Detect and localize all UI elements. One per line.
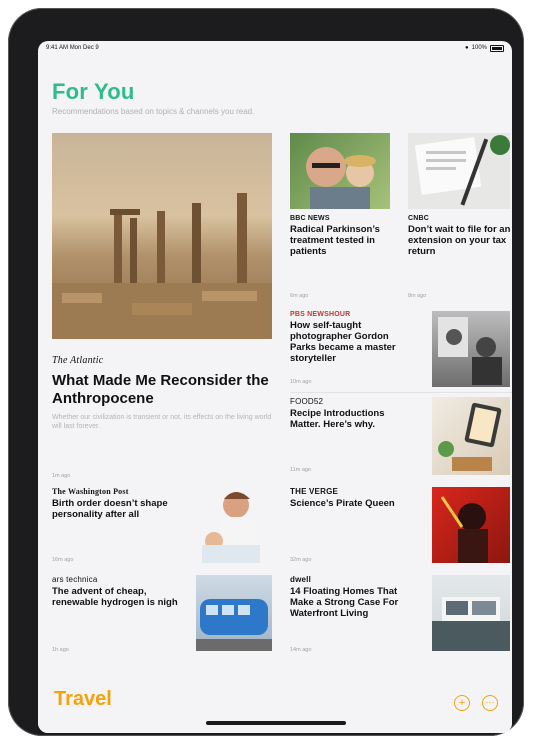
- ellipsis-circle-icon[interactable]: ···: [482, 695, 498, 711]
- article-headline: The advent of cheap, renewable hydrogen …: [52, 586, 178, 608]
- article-image: [432, 311, 510, 387]
- article-source: THE VERGE: [290, 487, 339, 496]
- featured-summary: Whether our civilization is transient or…: [52, 414, 272, 430]
- battery-percent: 100%: [471, 45, 487, 51]
- article-source: CNBC: [408, 215, 430, 222]
- article-source: BBC NEWS: [290, 215, 330, 222]
- article-card[interactable]: PBS NEWSHOUR How self-taught photographe…: [290, 311, 512, 389]
- battery-icon: [490, 44, 504, 52]
- article-source: dwell: [290, 575, 312, 584]
- plus-circle-icon[interactable]: +: [454, 695, 470, 711]
- page-subtitle: Recommendations based on topics & channe…: [52, 107, 255, 116]
- article-headline: 14 Floating Homes That Make a Strong Cas…: [290, 586, 399, 619]
- article-headline: How self-taught photographer Gordon Park…: [290, 320, 396, 364]
- article-source: The Washington Post: [52, 487, 129, 496]
- article-image: [408, 133, 510, 209]
- article-time: 6m ago: [290, 293, 309, 299]
- article-headline: Birth order doesn’t shape personality af…: [52, 498, 168, 520]
- article-time: 32m ago: [290, 557, 312, 563]
- article-card[interactable]: BBC NEWS Radical Parkinson’s treatment t…: [290, 133, 392, 303]
- article-source: PBS NEWSHOUR: [290, 311, 351, 318]
- article-image: [432, 487, 510, 563]
- article-card[interactable]: dwell 14 Floating Homes That Make a Stro…: [290, 573, 512, 655]
- article-card[interactable]: THE VERGE Science’s Pirate Queen 32m ago: [290, 487, 512, 565]
- article-source: ars technica: [52, 575, 98, 584]
- article-headline: Radical Parkinson’s treatment tested in …: [290, 224, 380, 257]
- section-title-travel[interactable]: Travel: [54, 688, 112, 711]
- article-image: [432, 575, 510, 651]
- article-headline: Don’t wait to file for an extension on y…: [408, 224, 511, 257]
- article-time: 14m ago: [290, 647, 312, 653]
- news-screen: 9:41 AM Mon Dec 9 ● 100% For You Recomme…: [38, 41, 512, 733]
- home-indicator[interactable]: [206, 721, 346, 725]
- status-bar: 9:41 AM Mon Dec 9 ● 100%: [38, 41, 512, 55]
- article-image: [196, 487, 272, 563]
- article-image: [290, 133, 390, 209]
- bottom-bar: Travel + ···: [38, 675, 512, 733]
- ruins-illustration: [52, 193, 272, 339]
- article-source: FOOD52: [290, 397, 324, 406]
- article-card[interactable]: CNBC Don’t wait to file for an extension…: [408, 133, 512, 303]
- article-time: 1h ago: [52, 647, 69, 653]
- featured-image: [52, 133, 272, 339]
- page-title: For You: [52, 79, 135, 104]
- divider: [290, 392, 512, 393]
- wifi-icon: ●: [465, 45, 469, 51]
- featured-time: 1m ago: [52, 473, 71, 479]
- article-image: [432, 397, 510, 475]
- article-time: 11m ago: [290, 467, 311, 473]
- featured-headline: What Made Me Reconsider the Anthropocene: [52, 372, 269, 407]
- article-card[interactable]: FOOD52 Recipe Introductions Matter. Here…: [290, 397, 512, 477]
- status-time: 9:41 AM: [46, 45, 69, 51]
- featured-source: The Atlantic: [52, 355, 104, 366]
- article-image: [196, 575, 272, 651]
- page-header: For You Recommendations based on topics …: [52, 79, 254, 116]
- article-card[interactable]: ars technica The advent of cheap, renewa…: [52, 573, 272, 655]
- article-time: 16m ago: [52, 557, 74, 563]
- article-headline: Science’s Pirate Queen: [290, 498, 395, 509]
- featured-article[interactable]: The Atlantic What Made Me Reconsider the…: [52, 133, 272, 483]
- article-time: 8m ago: [408, 293, 427, 299]
- article-time: 10m ago: [290, 379, 312, 385]
- article-card[interactable]: The Washington Post Birth order doesn’t …: [52, 487, 272, 565]
- ipad-frame: 9:41 AM Mon Dec 9 ● 100% For You Recomme…: [8, 8, 524, 736]
- status-date: Mon Dec 9: [69, 45, 99, 51]
- article-headline: Recipe Introductions Matter. Here’s why.: [290, 408, 385, 430]
